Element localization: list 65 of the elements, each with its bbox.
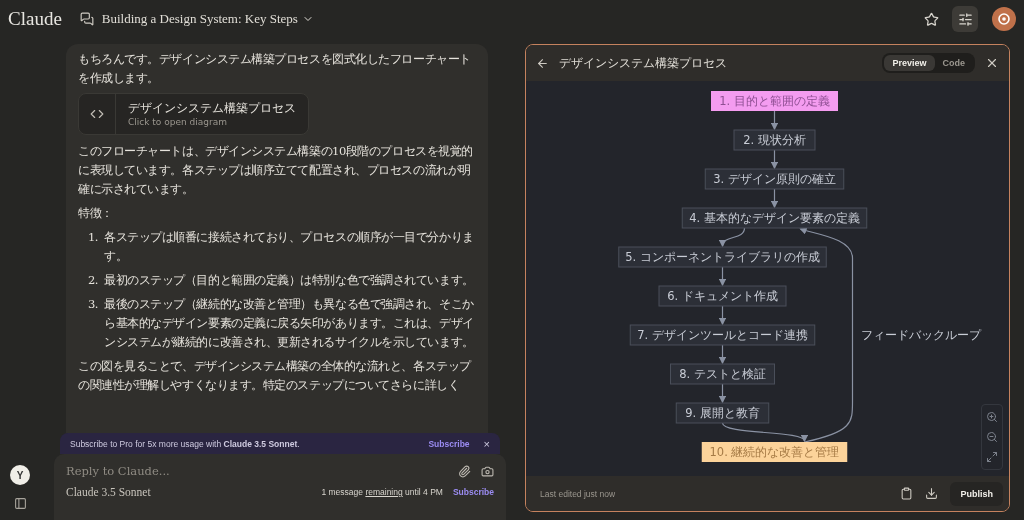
artifact-subtitle: Click to open diagram bbox=[128, 115, 228, 128]
view-tab[interactable]: Code bbox=[934, 55, 973, 71]
flow-arrow bbox=[718, 266, 727, 287]
list-item-text: 最初のステップ（目的と範囲の定義）は特別な色で強調されています。 bbox=[104, 272, 474, 289]
flowchart-node: 4. 基本的なデザイン要素の定義 bbox=[681, 207, 868, 229]
flowchart-node: 7. デザインツールとコード連携 bbox=[629, 324, 816, 346]
logo[interactable]: Claude bbox=[8, 8, 62, 30]
chat-icon bbox=[79, 12, 94, 26]
flow-arrow bbox=[770, 188, 779, 209]
code-icon bbox=[90, 107, 104, 121]
zoom-in-button[interactable] bbox=[984, 409, 1000, 425]
settings-button[interactable] bbox=[952, 6, 978, 32]
sliders-icon bbox=[957, 11, 973, 27]
message-text: この図を見ることで、デザインシステム構築の全体的な流れと、各ステップの関連性が理解しやすくなります。特定のステップについてさらに詳しく bbox=[78, 358, 473, 394]
list-number: 1. bbox=[88, 229, 100, 246]
banner-text: Subscribe to Pro for 5x more usage with Claude 3.5 Sonnet. bbox=[70, 438, 301, 449]
flow-arrow bbox=[720, 227, 746, 248]
flowchart-node: 9. 展開と教育 bbox=[675, 402, 770, 424]
camera-icon[interactable] bbox=[481, 464, 494, 478]
clipboard-icon[interactable] bbox=[900, 487, 914, 500]
flow-arrow bbox=[770, 149, 779, 170]
expand-button[interactable] bbox=[984, 449, 1000, 465]
chat-title-button[interactable]: Building a Design System: Key Steps bbox=[101, 11, 314, 27]
panel-title: デザインシステム構築プロセス bbox=[559, 55, 728, 71]
usage-note: 1 message remaining until 4 PM bbox=[321, 487, 443, 497]
message-text: このフローチャートは、デザインシステム構築の10段階のプロセスを視覚的に表現しています。各ステップは順序立てて配置され、プロセスの流れが明確に示されています。 bbox=[78, 143, 474, 198]
flowchart-node: 8. テストと検証 bbox=[670, 363, 775, 385]
view-tab[interactable]: Preview bbox=[884, 55, 935, 71]
flowchart-node: 10. 継続的な改善と管理 bbox=[701, 442, 848, 462]
status-text: Last edited just now bbox=[540, 488, 617, 499]
flowchart-node: 6. ドキュメント作成 bbox=[658, 285, 787, 307]
flowchart-node: 5. コンポーネントライブラリの作成 bbox=[618, 246, 827, 268]
list-item-text: 各ステップは順番に接続されており、プロセスの順序が一目で分かります。 bbox=[104, 229, 475, 265]
flow-arrow bbox=[718, 383, 727, 404]
model-selector[interactable]: Claude 3.5 Sonnet bbox=[66, 486, 312, 498]
list-number: 2. bbox=[88, 272, 100, 289]
subscribe-link[interactable]: Subscribe bbox=[452, 487, 494, 497]
star-icon bbox=[923, 11, 939, 27]
flowchart-node: 1. 目的と範囲の定義 bbox=[711, 91, 838, 111]
flow-arrow bbox=[718, 344, 727, 365]
flow-arrow bbox=[718, 305, 727, 326]
publish-button[interactable]: Publish bbox=[950, 481, 1003, 506]
zoom-out-button[interactable] bbox=[984, 429, 1000, 445]
flow-arrow bbox=[770, 110, 779, 131]
remaining-link[interactable]: remaining bbox=[365, 487, 403, 497]
close-icon[interactable] bbox=[985, 56, 999, 70]
sidebar-toggle-icon[interactable] bbox=[13, 497, 27, 510]
account-button[interactable] bbox=[992, 7, 1016, 31]
close-button[interactable]: × bbox=[483, 437, 490, 450]
attach-icon[interactable] bbox=[458, 464, 471, 478]
message-text: もちろんです。デザインシステム構築プロセスを図式化したフローチャートを作成します。 bbox=[78, 51, 472, 87]
message-heading: 特徴： bbox=[78, 205, 114, 222]
edge-label: フィードバックループ bbox=[860, 328, 981, 342]
reply-input[interactable]: Reply to Claude... bbox=[66, 464, 448, 478]
flowchart-node: 3. デザイン原則の確立 bbox=[704, 168, 845, 190]
ring-icon bbox=[997, 12, 1011, 26]
flowchart-node: 2. 現状分析 bbox=[733, 129, 816, 151]
download-icon[interactable] bbox=[925, 487, 939, 500]
user-avatar[interactable]: Y bbox=[10, 465, 30, 485]
artifact-card[interactable]: デザインシステム構築プロセス Click to open diagram bbox=[78, 93, 309, 135]
subscribe-link[interactable]: Subscribe bbox=[428, 438, 470, 449]
list-item-text: 最後のステップ（継続的な改善と管理）も異なる色で強調され、そこから基本的なデザイン要素の定義に戻る矢印があります。これは、デザインシステムが継続的に改善され、更新されるサイクルを示しています。 bbox=[104, 296, 475, 351]
back-icon[interactable] bbox=[536, 56, 549, 70]
list-number: 3. bbox=[88, 296, 100, 313]
artifact-title: デザインシステム構築プロセス bbox=[128, 100, 296, 116]
